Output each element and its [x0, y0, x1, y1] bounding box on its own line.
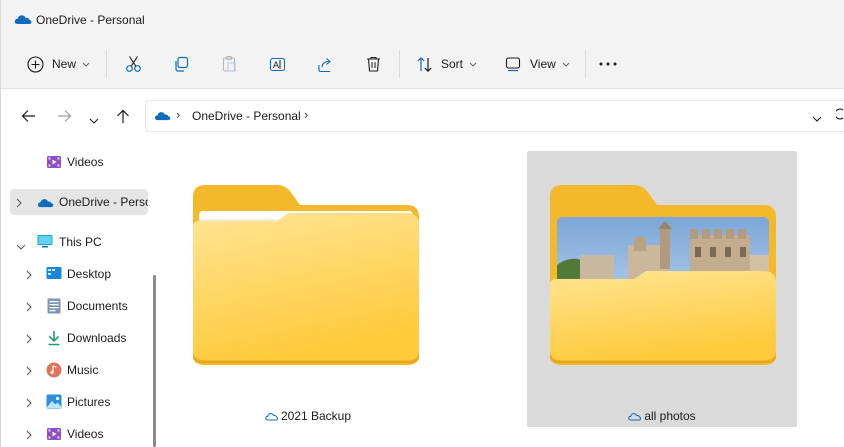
up-arrow-icon[interactable] — [116, 109, 130, 127]
folder-name-label: all photos — [527, 409, 797, 424]
onedrive-cloud-icon — [37, 197, 54, 211]
sidebar-scrollbar-track[interactable] — [148, 145, 165, 447]
breadcrumb-chevron-icon[interactable]: › — [176, 107, 180, 122]
onedrive-cloud-icon — [14, 13, 32, 28]
address-dropdown-chevron-icon[interactable] — [812, 111, 822, 125]
share-icon — [317, 56, 334, 73]
address-bar[interactable]: › OneDrive - Personal › — [145, 100, 844, 132]
more-options-button[interactable] — [599, 52, 617, 76]
download-arrow-icon — [47, 330, 61, 349]
cloud-status-icon — [628, 410, 642, 424]
expand-chevron-icon[interactable] — [26, 429, 32, 443]
sidebar-item-pictures[interactable]: Pictures — [10, 389, 148, 415]
plus-circle-icon — [27, 55, 44, 73]
music-icon — [46, 362, 62, 381]
computer-icon — [37, 234, 53, 252]
expand-chevron-icon[interactable] — [26, 301, 32, 315]
folder-icon — [193, 185, 419, 365]
pictures-icon — [46, 394, 62, 412]
expand-chevron-icon[interactable] — [26, 333, 32, 347]
onedrive-cloud-icon — [154, 110, 171, 124]
sidebar-item-label: OneDrive - Personal — [59, 195, 148, 209]
navigation-pane: Videos OneDrive - Personal This PC — [1, 145, 165, 447]
sidebar-item-this-pc[interactable]: This PC — [10, 229, 148, 255]
command-bar: New A Sort View — [1, 40, 844, 89]
documents-icon — [47, 298, 61, 317]
scissors-icon — [125, 55, 142, 73]
expand-chevron-icon[interactable] — [26, 269, 32, 283]
cloud-status-icon — [265, 410, 278, 424]
rename-button[interactable]: A — [269, 52, 286, 76]
clipboard-icon — [221, 55, 238, 73]
sidebar-item-videos-pc[interactable]: Videos — [10, 421, 148, 447]
more-dots-icon — [599, 62, 617, 66]
paste-button[interactable] — [221, 52, 238, 76]
sidebar-item-documents[interactable]: Documents — [10, 293, 148, 319]
sidebar-item-label: Music — [67, 363, 99, 377]
sidebar-item-label: This PC — [59, 235, 102, 249]
view-icon — [505, 56, 522, 72]
sidebar-item-downloads[interactable]: Downloads — [10, 325, 148, 351]
expand-chevron-icon[interactable] — [26, 365, 32, 379]
expand-chevron-icon[interactable] — [16, 197, 22, 211]
copy-button[interactable] — [173, 52, 190, 76]
new-button-label: New — [52, 57, 77, 71]
sidebar-item-label: Videos — [67, 427, 104, 441]
folder-name: 2021 Backup — [280, 409, 352, 423]
sidebar-item-videos[interactable]: Videos — [10, 149, 148, 175]
folder-item-all-photos[interactable]: all photos — [527, 151, 797, 427]
new-button[interactable]: New — [27, 52, 90, 76]
view-button-label: View — [530, 57, 556, 71]
sidebar-item-music[interactable]: Music — [10, 357, 148, 383]
toolbar-divider — [585, 50, 586, 78]
sort-arrows-icon — [416, 56, 433, 73]
view-button[interactable]: View — [505, 52, 570, 76]
sidebar-item-label: Videos — [67, 155, 104, 169]
file-explorer-window: OneDrive - Personal New A Sort View › On… — [0, 0, 844, 447]
back-arrow-icon[interactable] — [21, 109, 36, 126]
trash-icon — [365, 55, 382, 73]
sidebar-item-label: Downloads — [67, 331, 127, 345]
forward-arrow-icon[interactable] — [57, 109, 72, 126]
collapse-chevron-icon[interactable] — [16, 239, 26, 253]
breadcrumb-onedrive-personal[interactable]: OneDrive - Personal — [192, 109, 301, 123]
chevron-down-icon — [82, 62, 90, 67]
title-bar: OneDrive - Personal — [1, 0, 844, 40]
svg-text:A: A — [273, 60, 279, 70]
folder-name: all photos — [644, 409, 696, 423]
sidebar-item-label: Pictures — [67, 395, 111, 409]
chevron-down-icon — [562, 62, 570, 67]
folder-item-2021-backup[interactable]: 2021 Backup — [173, 151, 443, 427]
sidebar-item-label: Desktop — [67, 267, 112, 281]
delete-button[interactable] — [365, 52, 382, 76]
sidebar-item-desktop[interactable]: Desktop — [10, 261, 148, 287]
chevron-down-icon — [469, 62, 477, 67]
videos-icon — [46, 426, 62, 445]
rename-icon: A — [269, 56, 286, 73]
recent-locations-chevron-icon[interactable] — [89, 113, 99, 127]
toolbar-divider — [106, 50, 107, 78]
sidebar-item-label: Documents — [67, 299, 128, 313]
videos-icon — [46, 154, 62, 173]
window-title: OneDrive - Personal — [36, 13, 145, 27]
share-button[interactable] — [317, 52, 334, 76]
folder-name-label: 2021 Backup — [173, 409, 443, 424]
copy-icon — [173, 56, 190, 73]
file-list: 2021 Backup all photos — [165, 145, 844, 447]
sort-button[interactable]: Sort — [416, 52, 477, 76]
refresh-icon[interactable] — [834, 107, 844, 124]
cut-button[interactable] — [125, 52, 142, 76]
desktop-icon — [46, 266, 62, 283]
breadcrumb-chevron-icon[interactable]: › — [304, 107, 308, 122]
toolbar-divider — [399, 50, 400, 78]
folder-with-photo-icon — [550, 185, 776, 365]
sidebar-item-onedrive-personal[interactable]: OneDrive - Personal — [10, 189, 148, 215]
sort-button-label: Sort — [441, 57, 464, 71]
sidebar-scrollbar-thumb[interactable] — [153, 275, 156, 447]
expand-chevron-icon[interactable] — [26, 397, 32, 411]
address-row: › OneDrive - Personal › — [1, 89, 844, 145]
